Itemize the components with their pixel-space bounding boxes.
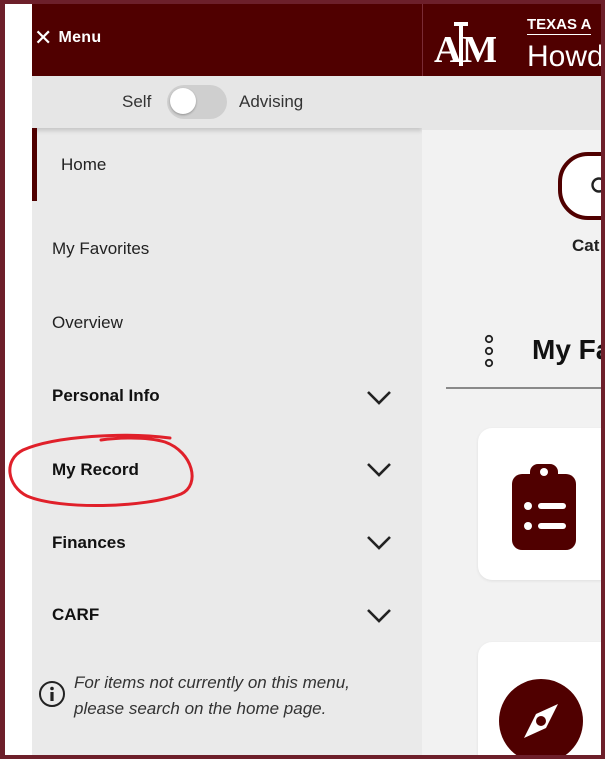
self-advising-switch[interactable] xyxy=(167,85,227,119)
atm-logo[interactable]: A M xyxy=(432,16,496,72)
menu-close-button[interactable]: ✕ Menu xyxy=(32,24,101,52)
search-icon xyxy=(591,177,601,193)
switch-knob xyxy=(170,88,196,114)
sidebar-item-label: My Favorites xyxy=(52,239,150,258)
sidebar-item-home[interactable]: Home xyxy=(32,128,422,201)
help-text: For items not currently on this menu, pl… xyxy=(74,670,414,722)
menu-label: Menu xyxy=(58,29,102,46)
chevron-down-icon xyxy=(367,536,391,550)
close-icon: ✕ xyxy=(34,25,53,50)
help-text-line-2: please search on the home page. xyxy=(74,699,327,718)
top-bar: ✕ Menu A M TEXAS A Howd xyxy=(32,4,604,76)
sidebar-item-label: CARF xyxy=(52,605,100,624)
sidebar-item-label: Finances xyxy=(52,533,126,552)
sidebar-item-personal-info[interactable]: Personal Info xyxy=(32,364,422,424)
annotation-ellipse xyxy=(8,433,194,508)
university-name[interactable]: TEXAS A xyxy=(527,16,592,35)
search-button[interactable] xyxy=(558,152,601,220)
header-divider xyxy=(422,4,423,76)
active-indicator xyxy=(32,128,37,201)
menu-help-note: For items not currently on this menu, pl… xyxy=(38,670,408,730)
sidebar-item-finances[interactable]: Finances xyxy=(32,510,422,570)
sidebar-menu: Self Advising Home My Favorites Overview… xyxy=(32,76,422,755)
left-margin xyxy=(5,4,32,755)
favorite-card[interactable] xyxy=(478,428,601,580)
chevron-down-icon xyxy=(367,391,391,405)
sidebar-item-carf[interactable]: CARF xyxy=(32,582,422,642)
svg-text:M: M xyxy=(462,29,496,71)
section-divider xyxy=(446,387,601,389)
clipboard-list-icon xyxy=(512,464,576,550)
main-content: Cat My Fa xyxy=(422,76,601,755)
sidebar-item-my-favorites[interactable]: My Favorites xyxy=(32,216,422,276)
chevron-down-icon xyxy=(367,463,391,477)
toggle-label-self: Self xyxy=(122,92,152,111)
help-text-line-1: For items not currently on this menu, xyxy=(74,673,350,692)
search-caption: Cat xyxy=(572,236,600,255)
main-subheader xyxy=(422,76,601,130)
sidebar-item-overview[interactable]: Overview xyxy=(32,290,422,350)
favorites-heading: My Fa xyxy=(532,334,601,365)
svg-text:A: A xyxy=(434,29,462,71)
more-options-icon[interactable] xyxy=(484,334,494,368)
compass-icon xyxy=(499,679,583,755)
sidebar-item-label: Overview xyxy=(52,313,123,332)
app-title: Howd xyxy=(527,40,604,73)
sidebar-item-label: Personal Info xyxy=(52,386,160,405)
favorite-card[interactable] xyxy=(478,642,601,755)
sidebar-item-label: Home xyxy=(61,155,107,174)
self-advising-toggle-row: Self Advising xyxy=(32,76,422,128)
chevron-down-icon xyxy=(367,609,391,623)
toggle-label-advising: Advising xyxy=(239,92,304,111)
info-icon xyxy=(39,681,65,707)
